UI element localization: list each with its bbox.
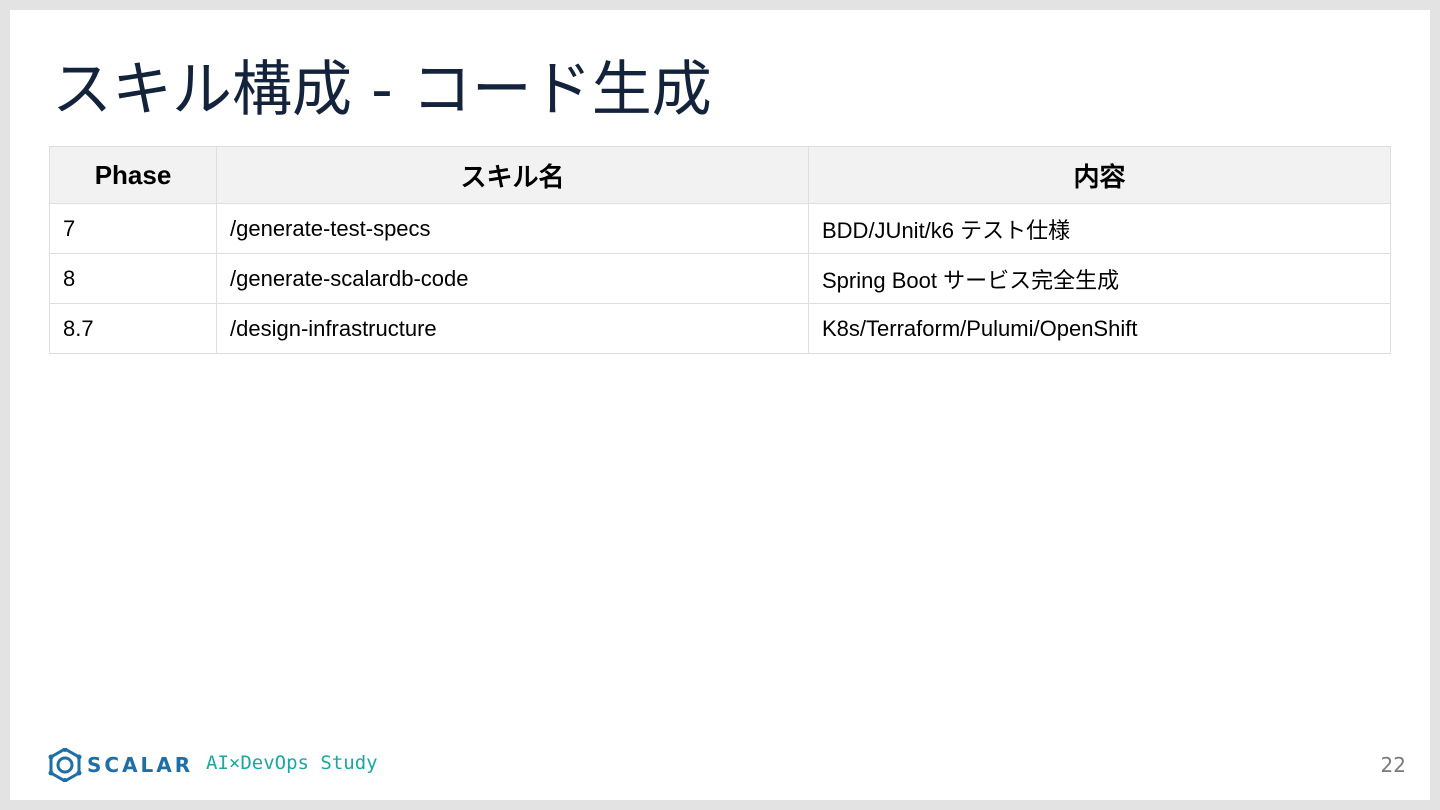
cell-skill-name: /generate-scalardb-code <box>216 253 809 304</box>
cell-phase: 7 <box>49 203 217 254</box>
cell-phase: 8.7 <box>49 303 217 354</box>
skills-table: Phase スキル名 内容 7 /generate-test-specs BDD… <box>49 146 1391 354</box>
cell-content: BDD/JUnit/k6 テスト仕様 <box>808 203 1391 254</box>
brand-tagline: AI×DevOps Study <box>206 752 378 774</box>
footer-logo: SCALAR <box>48 748 193 782</box>
table-row: 8.7 /design-infrastructure K8s/Terraform… <box>49 303 1391 354</box>
page-number: 22 <box>1380 753 1406 777</box>
slide: スキル構成 - コード生成 Phase スキル名 内容 7 /generate-… <box>10 10 1430 800</box>
cell-skill-name: /generate-test-specs <box>216 203 809 254</box>
header-content: 内容 <box>808 146 1391 204</box>
slide-title: スキル構成 - コード生成 <box>52 55 712 125</box>
table-row: 8 /generate-scalardb-code Spring Boot サー… <box>49 253 1391 304</box>
brand-name: SCALAR <box>87 753 194 777</box>
table-row: 7 /generate-test-specs BDD/JUnit/k6 テスト仕… <box>49 203 1391 254</box>
cell-content: Spring Boot サービス完全生成 <box>808 253 1391 304</box>
header-skill-name: スキル名 <box>216 146 809 204</box>
header-phase: Phase <box>49 146 217 204</box>
cell-skill-name: /design-infrastructure <box>216 303 809 354</box>
cell-content: K8s/Terraform/Pulumi/OpenShift <box>808 303 1391 354</box>
table-header-row: Phase スキル名 内容 <box>49 146 1391 204</box>
cell-phase: 8 <box>49 253 217 304</box>
scalar-logo-icon <box>48 748 82 782</box>
